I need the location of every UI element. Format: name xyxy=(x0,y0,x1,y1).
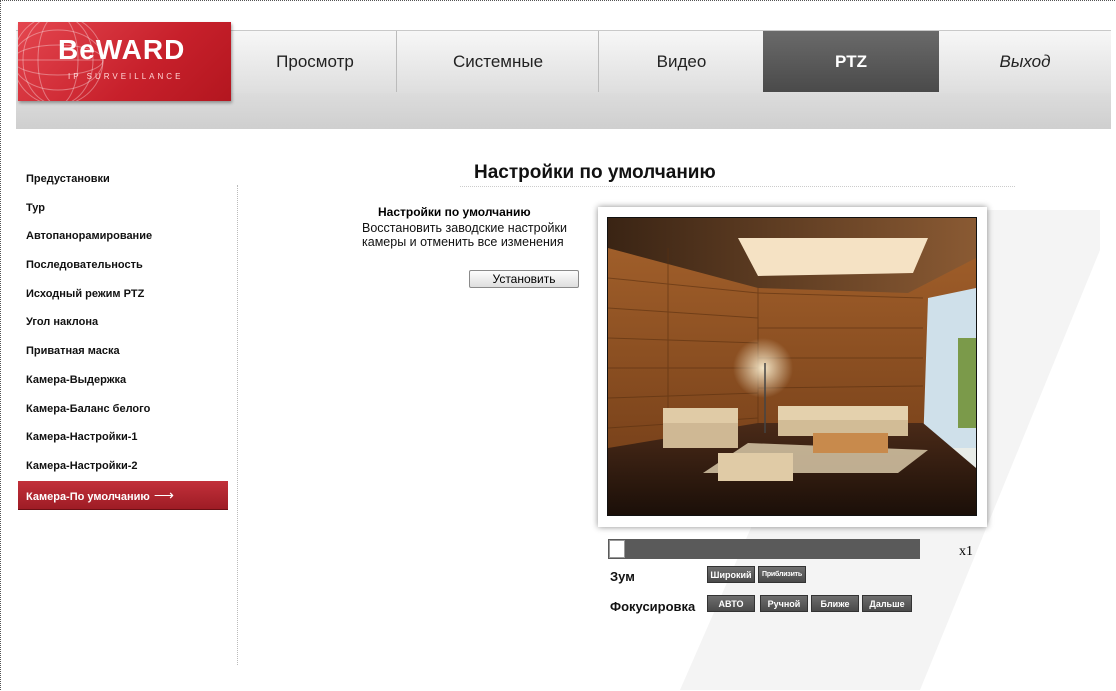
focus-far-button[interactable]: Дальше xyxy=(862,595,912,612)
video-preview xyxy=(598,207,987,527)
set-defaults-button[interactable]: Установить xyxy=(469,270,579,288)
title-underline xyxy=(460,186,1015,187)
focus-auto-button[interactable]: АВТО xyxy=(707,595,755,612)
zoom-label: Зум xyxy=(610,569,635,584)
sidebar-item-camera-settings-1[interactable]: Камера-Настройки-1 xyxy=(18,423,228,452)
sidebar-item-tilt-angle[interactable]: Угол наклона xyxy=(18,308,228,337)
zoom-tele-button[interactable]: Приблизить xyxy=(758,566,806,583)
tab-system[interactable]: Системные xyxy=(396,31,599,92)
beward-logo: BeWARD IP SURVEILLANCE xyxy=(18,22,231,101)
zoom-wide-button[interactable]: Широкий xyxy=(707,566,755,583)
sidebar-item-label: Камера-По умолчанию xyxy=(26,490,150,503)
sidebar-item-camera-defaults[interactable]: Камера-По умолчанию ⟶ xyxy=(18,480,228,511)
sidebar-divider xyxy=(237,185,238,665)
zoom-slider-track[interactable] xyxy=(608,539,920,559)
sidebar-item-sequence[interactable]: Последовательность xyxy=(18,251,228,280)
tab-view[interactable]: Просмотр xyxy=(234,31,396,92)
arrow-right-icon: ⟶ xyxy=(153,486,174,503)
tab-ptz[interactable]: PTZ xyxy=(763,31,939,92)
sidebar-item-camera-settings-2[interactable]: Камера-Настройки-2 xyxy=(18,452,228,481)
sidebar-item-camera-white-balance[interactable]: Камера-Баланс белого xyxy=(18,395,228,424)
sidebar-item-camera-exposure[interactable]: Камера-Выдержка xyxy=(18,366,228,395)
focus-label: Фокусировка xyxy=(610,599,696,614)
sidebar-item-autopan[interactable]: Автопанорамирование xyxy=(18,222,228,251)
sidebar-item-tour[interactable]: Тур xyxy=(18,194,228,223)
zoom-level-readout: x1 xyxy=(959,544,973,559)
focus-manual-button[interactable]: Ручной xyxy=(760,595,808,612)
logo-brand: BeWARD xyxy=(58,34,186,65)
page-title: Настройки по умолчанию xyxy=(474,162,716,183)
sidebar-item-privacy-mask[interactable]: Приватная маска xyxy=(18,337,228,366)
tab-exit[interactable]: Выход xyxy=(939,31,1111,92)
sidebar: Предустановки Тур Автопанорамирование По… xyxy=(18,165,228,511)
sidebar-item-presets[interactable]: Предустановки xyxy=(18,165,228,194)
section-description: Восстановить заводские настройки камеры … xyxy=(362,221,567,249)
focus-near-button[interactable]: Ближе xyxy=(811,595,859,612)
zoom-slider-handle[interactable] xyxy=(609,540,625,558)
section-title: Настройки по умолчанию xyxy=(378,205,531,219)
logo-tagline: IP SURVEILLANCE xyxy=(68,72,184,81)
camera-image xyxy=(607,217,977,516)
tab-video[interactable]: Видео xyxy=(598,31,764,92)
sidebar-item-ptz-home[interactable]: Исходный режим PTZ xyxy=(18,280,228,309)
